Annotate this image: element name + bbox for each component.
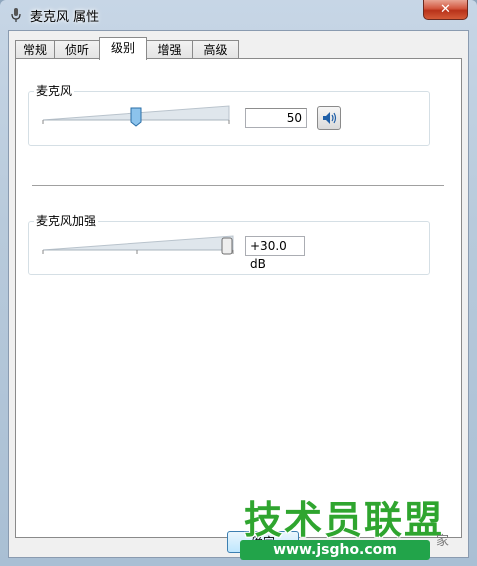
ok-button[interactable]: 确定 xyxy=(227,531,299,553)
tab-levels[interactable]: 级别 xyxy=(99,37,147,60)
close-button[interactable]: ✕ xyxy=(423,0,468,20)
microphone-slider-graphic xyxy=(42,105,230,127)
tab-advanced[interactable]: 高级 xyxy=(192,40,239,59)
separator xyxy=(32,185,444,187)
boost-slider-graphic xyxy=(42,235,234,255)
tab-strip: 常规 侦听 级别 增强 高级 xyxy=(15,37,465,60)
mute-button[interactable] xyxy=(317,106,341,130)
client-area: 常规 侦听 级别 增强 高级 麦克风 50 麦克风加强 +30.0 dB 确定 xyxy=(8,30,469,558)
tab-general[interactable]: 常规 xyxy=(15,40,55,59)
tab-label: 增强 xyxy=(157,43,182,57)
microphone-level-slider[interactable] xyxy=(41,100,231,130)
microphone-group: 麦克风 50 xyxy=(28,83,430,146)
microphone-level-value: 50 xyxy=(286,111,302,125)
tab-label: 高级 xyxy=(203,43,228,57)
tab-label: 侦听 xyxy=(64,43,89,57)
microphone-boost-group: 麦克风加强 +30.0 dB xyxy=(28,213,430,275)
boost-slider[interactable] xyxy=(41,230,241,260)
boost-group-label: 麦克风加强 xyxy=(34,213,99,229)
boost-slider-thumb[interactable] xyxy=(221,237,233,255)
boost-value-text: +30.0 dB xyxy=(250,239,287,271)
boost-value-field: +30.0 dB xyxy=(245,236,305,271)
microphone-icon xyxy=(11,8,21,22)
speaker-icon xyxy=(323,112,337,124)
close-icon: ✕ xyxy=(440,2,451,17)
tab-label: 级别 xyxy=(110,41,135,55)
microphone-slider-thumb[interactable] xyxy=(130,107,142,127)
tab-enhancements[interactable]: 增强 xyxy=(146,40,193,59)
window-title: 麦克风 属性 xyxy=(30,10,100,25)
levels-panel: 麦克风 50 麦克风加强 +30.0 dB xyxy=(15,58,462,538)
microphone-level-field[interactable]: 50 xyxy=(245,108,307,128)
tab-listen[interactable]: 侦听 xyxy=(54,40,100,59)
dialog-window: 麦克风 属性 ✕ 常规 侦听 级别 增强 高级 麦克风 50 麦克风加强 +30… xyxy=(0,0,477,566)
title-bar[interactable]: 麦克风 属性 ✕ xyxy=(0,0,477,30)
microphone-group-label: 麦克风 xyxy=(34,83,75,99)
tab-label: 常规 xyxy=(22,43,47,57)
ok-button-label: 确定 xyxy=(250,535,275,549)
